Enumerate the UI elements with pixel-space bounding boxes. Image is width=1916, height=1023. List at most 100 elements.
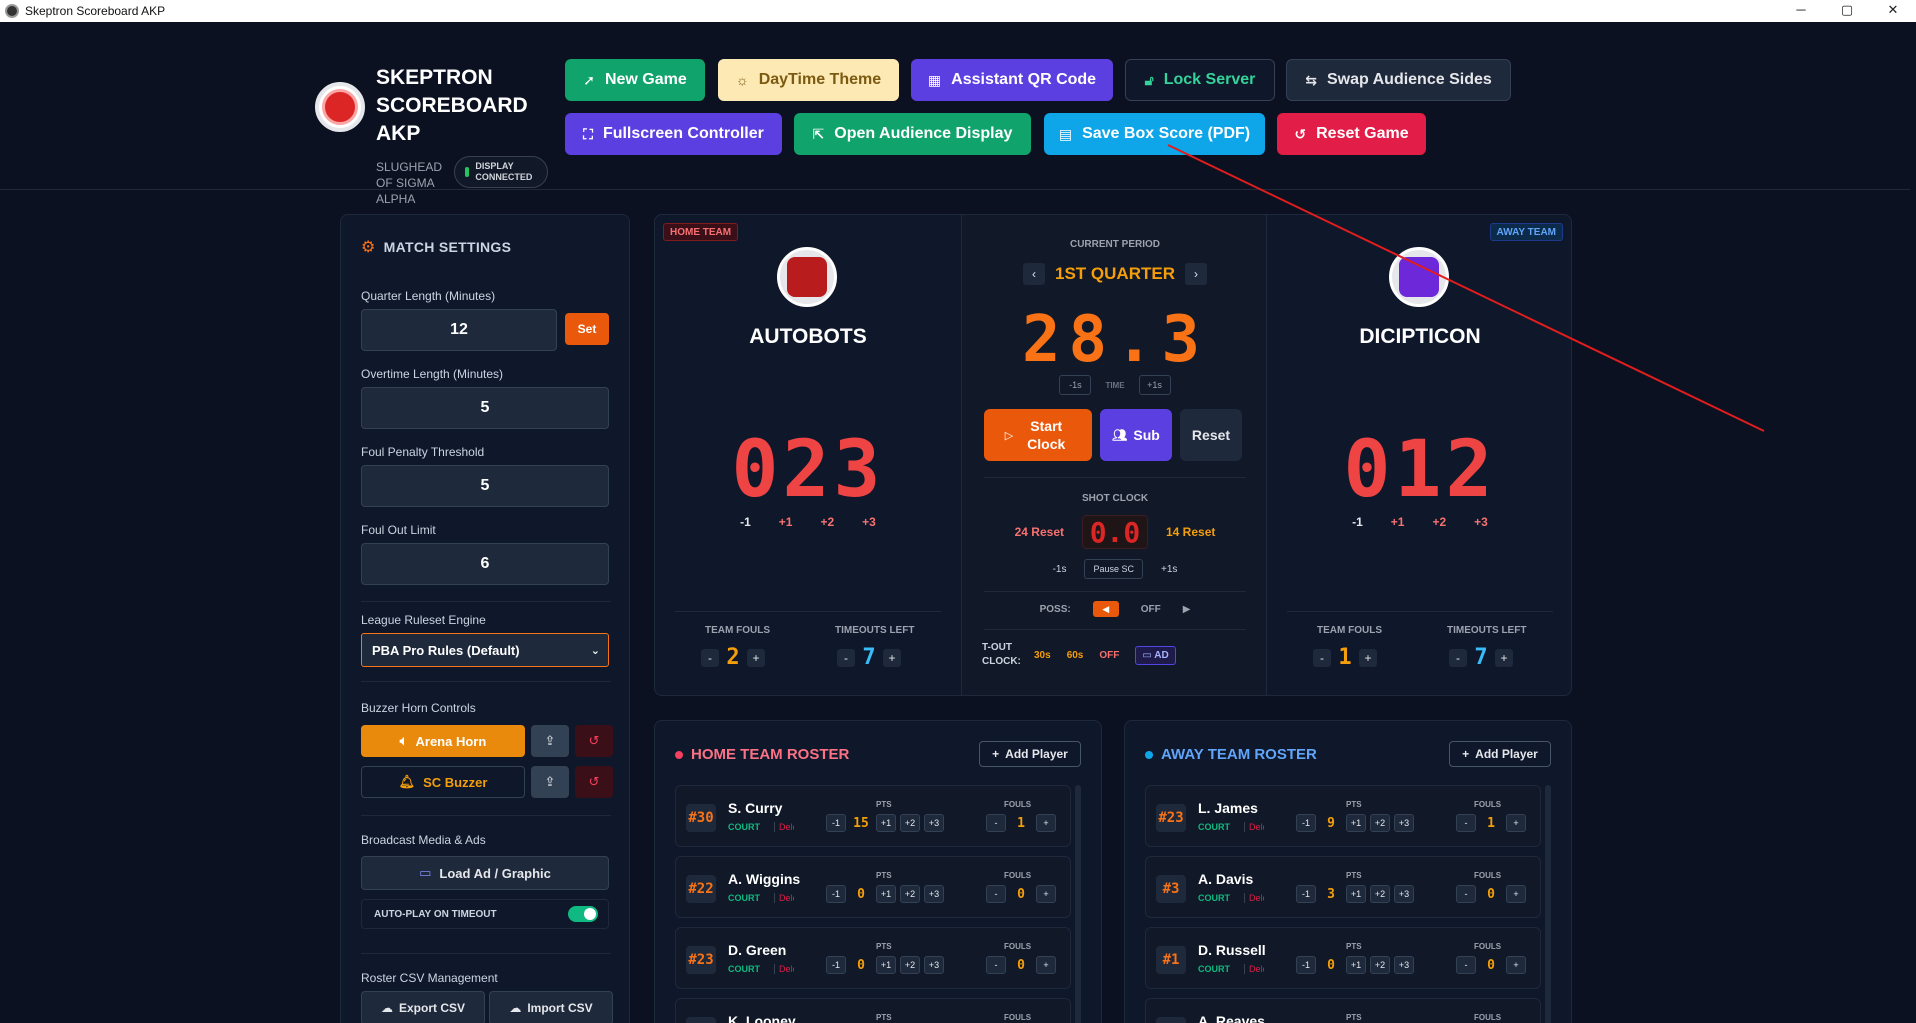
home-add-player-button[interactable]: + Add Player [979, 741, 1081, 767]
upload-horn-button[interactable]: ⇪ [531, 725, 569, 757]
close-button[interactable]: ✕ [1870, 0, 1916, 22]
away-plus-1-button[interactable]: +1 [1391, 515, 1405, 529]
points-plus-3-button[interactable]: +3 [1394, 885, 1414, 903]
reset-game-button[interactable]: ↺ Reset Game [1277, 113, 1426, 155]
set-quarter-button[interactable]: Set [565, 313, 609, 345]
fouls-plus-button[interactable]: + [1506, 885, 1526, 903]
window-scrollbar[interactable] [1910, 22, 1916, 1023]
player-name[interactable]: L. James [1198, 800, 1258, 816]
away-team-logo[interactable] [1389, 247, 1449, 307]
fullscreen-controller-button[interactable]: ⛶ Fullscreen Controller [565, 113, 782, 155]
home-plus-3-button[interactable]: +3 [862, 515, 876, 529]
away-fouls-minus[interactable]: - [1313, 648, 1331, 667]
prev-period-button[interactable]: ‹ [1023, 263, 1045, 285]
timeout-off-button[interactable]: OFF [1099, 650, 1119, 661]
shot-plus-button[interactable]: +1s [1161, 564, 1177, 575]
away-plus-3-button[interactable]: +3 [1474, 515, 1488, 529]
timeout-ad-button[interactable]: ▭ AD [1135, 645, 1176, 665]
home-roster-scrollbar[interactable] [1075, 785, 1081, 1023]
delete-player-button[interactable]: Delete [774, 964, 794, 974]
court-status-button[interactable]: COURT [1198, 893, 1230, 903]
upload-buzzer-button[interactable]: ⇪ [531, 766, 569, 798]
points-plus-3-button[interactable]: +3 [924, 885, 944, 903]
away-fouls-plus[interactable]: + [1359, 648, 1377, 667]
delete-player-button[interactable]: Delete [1244, 822, 1264, 832]
overtime-length-input[interactable]: 5 [361, 387, 609, 429]
possession-right-button[interactable]: ▶ [1183, 604, 1191, 615]
delete-player-button[interactable]: Delete [774, 893, 794, 903]
autoplay-toggle[interactable] [568, 906, 598, 922]
points-plus-1-button[interactable]: +1 [1346, 956, 1366, 974]
swap-sides-button[interactable]: ⇆ Swap Audience Sides [1286, 59, 1511, 101]
points-minus-button[interactable]: -1 [1296, 814, 1316, 832]
minimize-button[interactable]: ─ [1778, 0, 1824, 22]
points-plus-1-button[interactable]: +1 [876, 885, 896, 903]
lock-server-button[interactable]: 🔓︎ Lock Server [1125, 59, 1275, 101]
time-plus-button[interactable]: +1s [1138, 375, 1171, 395]
points-plus-2-button[interactable]: +2 [900, 885, 920, 903]
possession-left-button[interactable]: ◀ [1092, 601, 1119, 617]
maximize-button[interactable]: ▢ [1824, 0, 1870, 22]
home-team-logo[interactable] [777, 247, 837, 307]
player-name[interactable]: A. Reaves [1198, 1013, 1265, 1023]
home-team-name[interactable]: AUTOBOTS [655, 325, 961, 349]
sub-button[interactable]: 👥︎ Sub [1100, 409, 1172, 461]
player-name[interactable]: D. Russell [1198, 942, 1266, 958]
export-csv-button[interactable]: ☁ Export CSV [361, 991, 485, 1023]
points-minus-button[interactable]: -1 [1296, 885, 1316, 903]
daytime-theme-button[interactable]: ☼ DayTime Theme [718, 59, 899, 101]
away-timeouts-plus[interactable]: + [1495, 648, 1513, 667]
player-name[interactable]: A. Wiggins [728, 871, 800, 887]
open-audience-display-button[interactable]: ⇱ Open Audience Display [794, 113, 1031, 155]
away-roster-scrollbar[interactable] [1545, 785, 1551, 1023]
fouls-plus-button[interactable]: + [1036, 956, 1056, 974]
points-plus-2-button[interactable]: +2 [1370, 956, 1390, 974]
away-team-name[interactable]: DICIPTICON [1267, 325, 1571, 349]
home-plus-2-button[interactable]: +2 [820, 515, 834, 529]
time-minus-button[interactable]: -1s [1059, 375, 1092, 395]
home-timeouts-minus[interactable]: - [837, 648, 855, 667]
reset-horn-button[interactable]: ↺ [575, 725, 613, 757]
delete-player-button[interactable]: Delete [774, 822, 794, 832]
points-plus-2-button[interactable]: +2 [1370, 814, 1390, 832]
fouls-minus-button[interactable]: - [1456, 885, 1476, 903]
fouls-minus-button[interactable]: - [986, 814, 1006, 832]
arena-horn-button[interactable]: 🔈︎ Arena Horn [361, 725, 525, 757]
timeout-60s-button[interactable]: 60s [1067, 650, 1084, 661]
ruleset-select[interactable]: PBA Pro Rules (Default) ⌄ [361, 633, 609, 667]
points-plus-1-button[interactable]: +1 [1346, 885, 1366, 903]
fouls-plus-button[interactable]: + [1506, 814, 1526, 832]
points-plus-1-button[interactable]: +1 [876, 956, 896, 974]
fouls-minus-button[interactable]: - [986, 956, 1006, 974]
away-minus-1-button[interactable]: -1 [1352, 515, 1363, 529]
reset-buzzer-button[interactable]: ↺ [575, 766, 613, 798]
court-status-button[interactable]: COURT [728, 822, 760, 832]
points-minus-button[interactable]: -1 [1296, 956, 1316, 974]
save-box-score-button[interactable]: ▤ Save Box Score (PDF) [1044, 113, 1265, 155]
points-plus-1-button[interactable]: +1 [876, 814, 896, 832]
points-plus-1-button[interactable]: +1 [1346, 814, 1366, 832]
start-clock-button[interactable]: ▷ Start Clock [984, 409, 1092, 461]
points-minus-button[interactable]: -1 [826, 885, 846, 903]
shot-reset-24-button[interactable]: 24 Reset [1015, 525, 1064, 539]
away-timeouts-minus[interactable]: - [1449, 648, 1467, 667]
points-plus-2-button[interactable]: +2 [900, 814, 920, 832]
next-period-button[interactable]: › [1185, 263, 1207, 285]
new-game-button[interactable]: ➚ New Game [565, 59, 705, 101]
shot-minus-button[interactable]: -1s [1053, 564, 1067, 575]
home-fouls-minus[interactable]: - [701, 648, 719, 667]
shot-reset-14-button[interactable]: 14 Reset [1166, 525, 1215, 539]
points-plus-3-button[interactable]: +3 [1394, 814, 1414, 832]
player-name[interactable]: S. Curry [728, 800, 782, 816]
fouls-plus-button[interactable]: + [1036, 814, 1056, 832]
player-name[interactable]: D. Green [728, 942, 786, 958]
points-plus-3-button[interactable]: +3 [1394, 956, 1414, 974]
pause-sc-button[interactable]: Pause SC [1084, 559, 1144, 579]
points-plus-3-button[interactable]: +3 [924, 956, 944, 974]
points-plus-2-button[interactable]: +2 [900, 956, 920, 974]
fouls-minus-button[interactable]: - [1456, 814, 1476, 832]
points-minus-button[interactable]: -1 [826, 814, 846, 832]
points-plus-2-button[interactable]: +2 [1370, 885, 1390, 903]
possession-off-button[interactable]: OFF [1141, 604, 1161, 615]
court-status-button[interactable]: COURT [728, 893, 760, 903]
